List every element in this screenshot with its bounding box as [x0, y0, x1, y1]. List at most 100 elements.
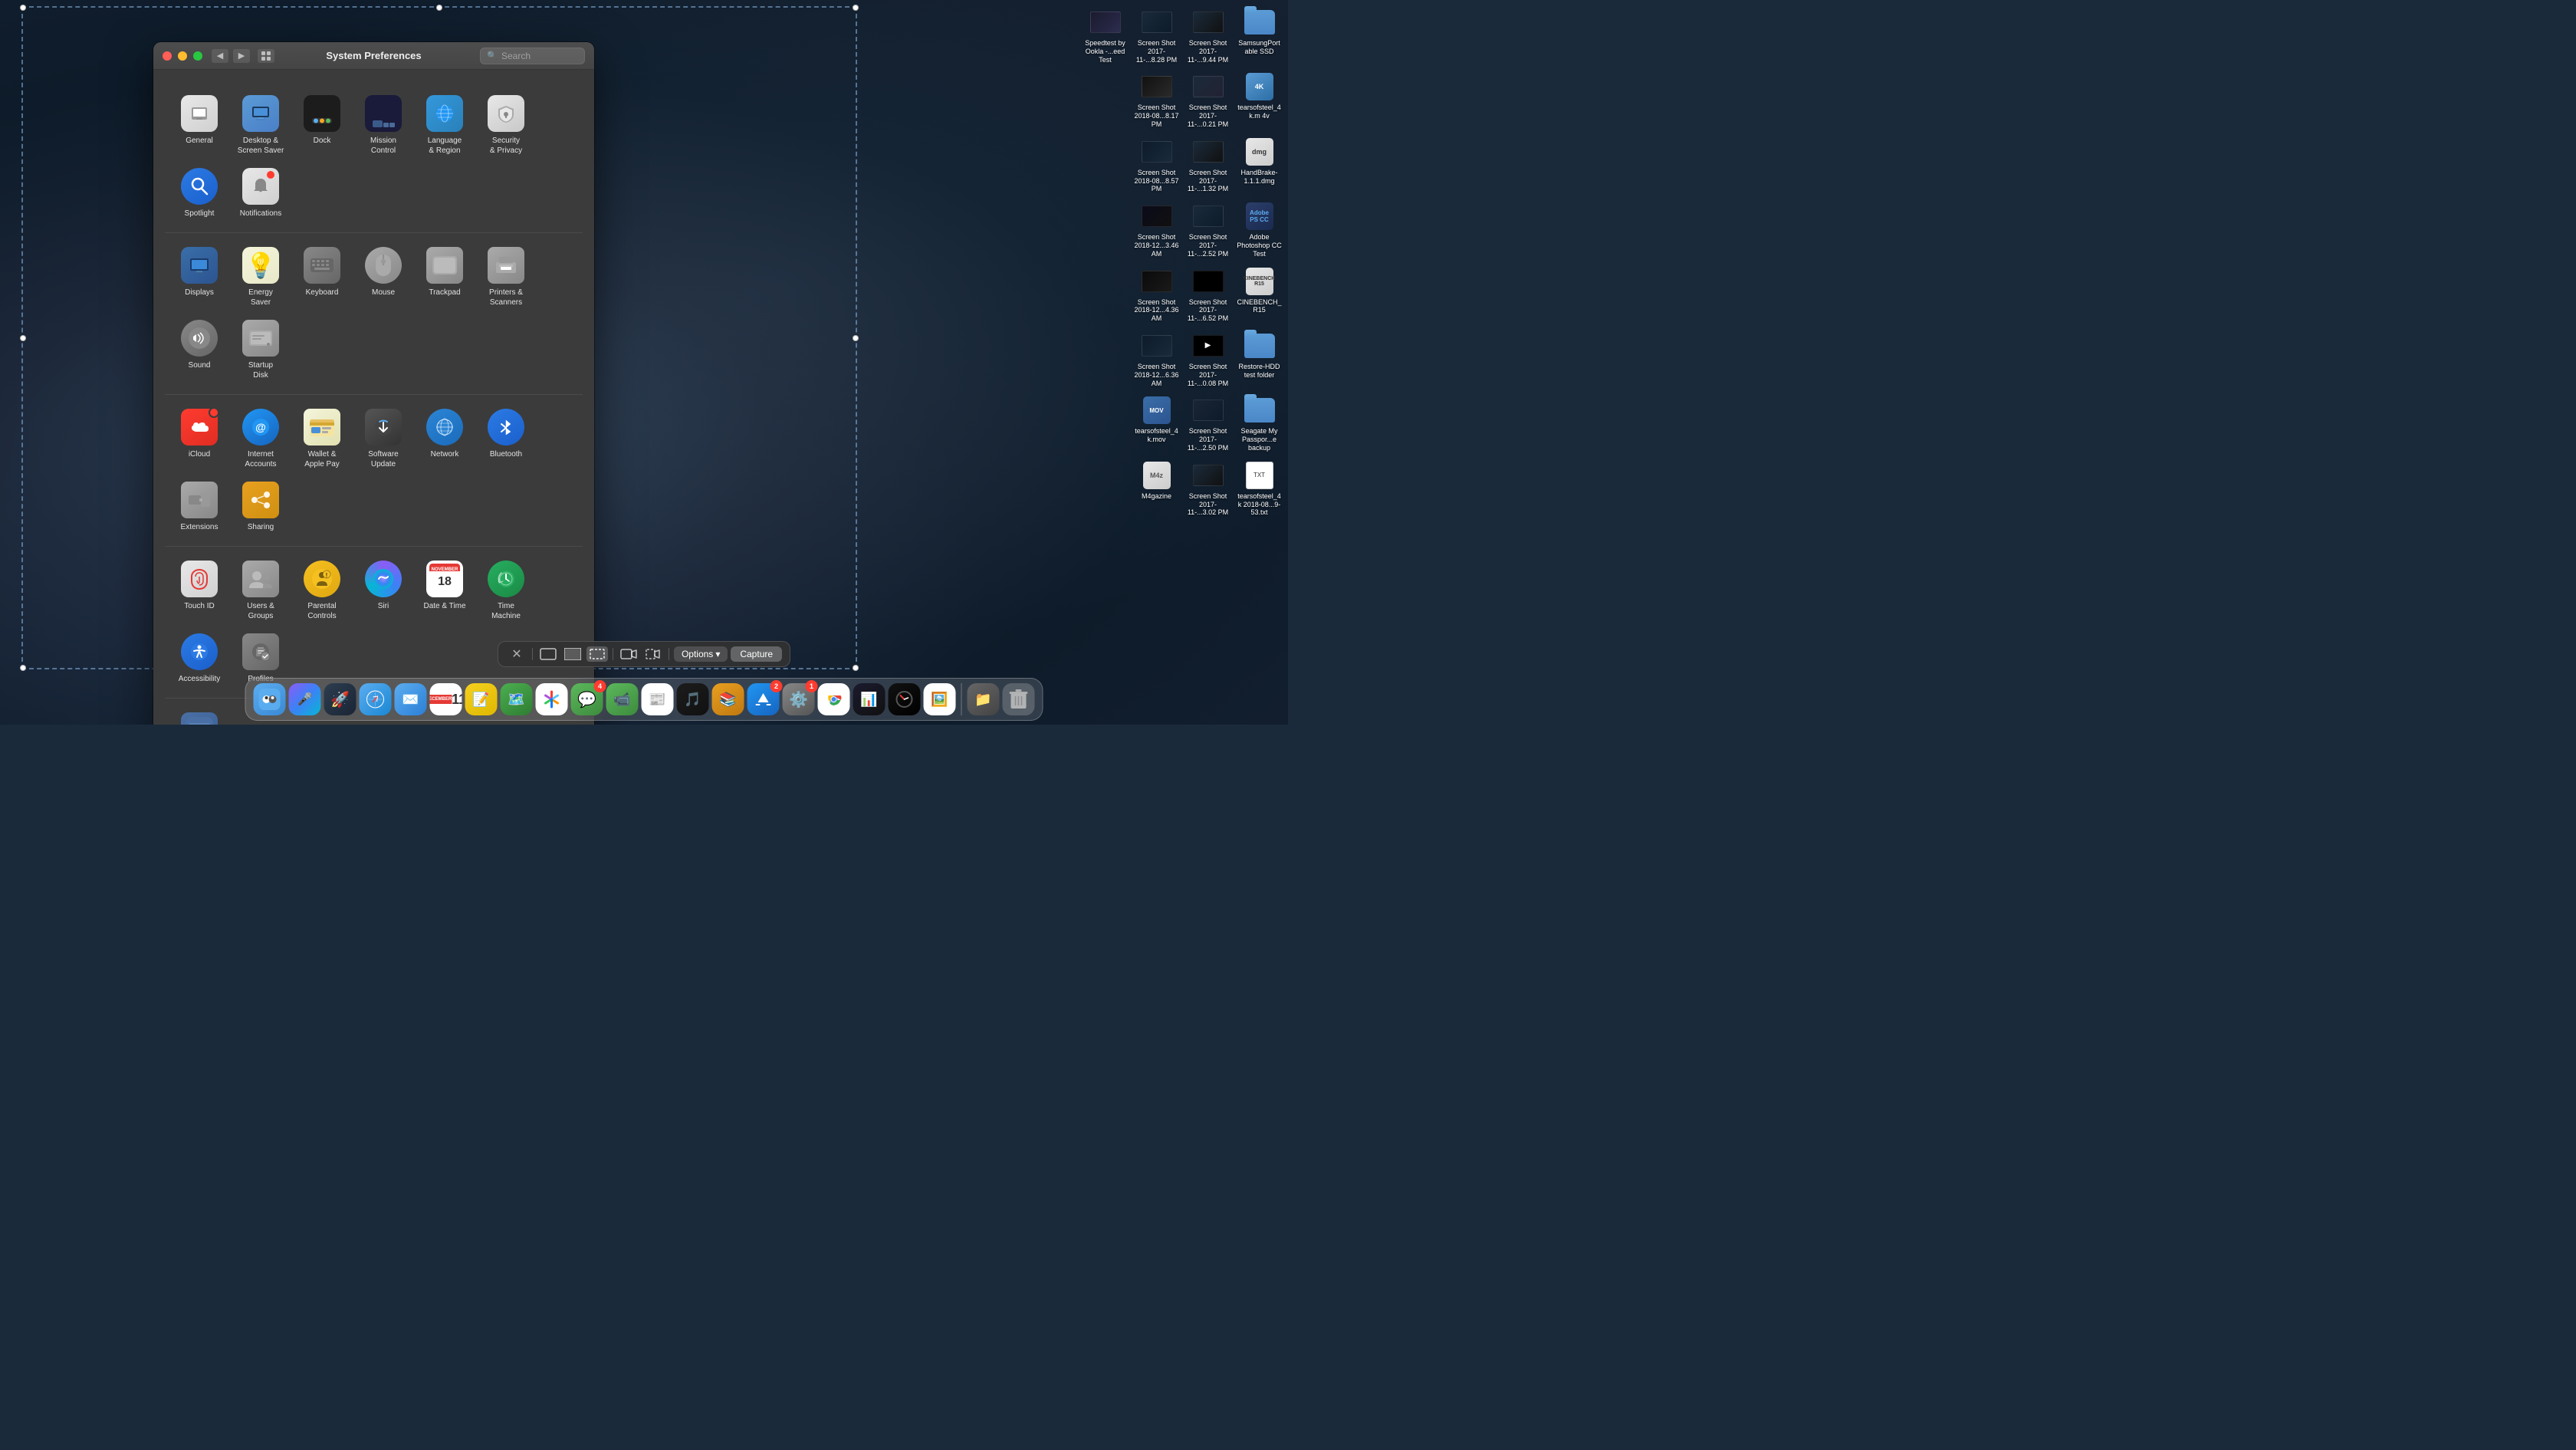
desktop-icon-tearsteel-mov[interactable]: MOV tearsofsteel_4k.mov	[1132, 392, 1181, 455]
capture-window-button[interactable]	[537, 646, 559, 662]
pref-accessibility[interactable]: Accessibility	[169, 627, 230, 690]
pref-parental-controls[interactable]: ! ParentalControls	[291, 554, 353, 627]
pref-network[interactable]: Network	[414, 403, 475, 475]
search-box[interactable]: 🔍	[480, 48, 585, 64]
pref-icloud[interactable]: iCloud	[169, 403, 230, 475]
pref-extensions[interactable]: Extensions	[169, 475, 230, 538]
dock-item-system-prefs[interactable]: ⚙️ 1	[783, 683, 815, 715]
desktop-icon-speedtest[interactable]: Speedtest byOokla -...eed Test	[1080, 4, 1130, 67]
desktop-icon-samsung-ssd[interactable]: SamsungPortable SSD	[1234, 4, 1284, 67]
pref-sharing[interactable]: Sharing	[230, 475, 291, 538]
desktop-icon-screenshot1[interactable]: Screen Shot2017-11-...8.28 PM	[1132, 4, 1181, 67]
desktop-icon-cinebench[interactable]: CINEBENCH R15 CINEBENCH_R15	[1234, 263, 1284, 326]
dock-item-mail[interactable]: ✉️	[395, 683, 427, 715]
search-input[interactable]	[501, 51, 578, 61]
desktop-icon-screenshot12[interactable]: ▶ Screen Shot2017-11-...0.08 PM	[1183, 327, 1233, 390]
sound-icon	[181, 320, 218, 357]
capture-selection-button[interactable]	[586, 646, 608, 662]
dock-item-facetime[interactable]: 📹	[606, 683, 639, 715]
pref-internet-accounts[interactable]: @ InternetAccounts	[230, 403, 291, 475]
capture-fullscreen-button[interactable]	[562, 646, 583, 662]
pref-sound[interactable]: Sound	[169, 314, 230, 386]
pref-siri[interactable]: Siri	[353, 554, 414, 627]
dock-item-messages[interactable]: 💬 4	[571, 683, 603, 715]
dock-item-trash[interactable]	[1003, 683, 1035, 715]
pref-time-machine[interactable]: TimeMachine	[475, 554, 537, 627]
dock-item-maps[interactable]: 🗺️	[501, 683, 533, 715]
desktop-icon-screenshot14[interactable]: Screen Shot2017-11-...3.02 PM	[1183, 457, 1233, 520]
forward-button[interactable]: ▶	[233, 49, 250, 63]
dock-item-preview[interactable]: 🖼️	[924, 683, 956, 715]
desktop-icon-screenshot13[interactable]: Screen Shot2017-11-...2.50 PM	[1183, 392, 1233, 455]
pref-trackpad[interactable]: Trackpad	[414, 241, 475, 314]
pref-printers-scanners[interactable]: Printers &Scanners	[475, 241, 537, 314]
close-screenshot-button[interactable]: ✕	[506, 646, 527, 662]
options-button[interactable]: Options ▾	[674, 646, 728, 662]
pref-wallet-apple-pay[interactable]: Wallet &Apple Pay	[291, 403, 353, 475]
pref-displays[interactable]: Displays	[169, 241, 230, 314]
pref-startup-disk[interactable]: StartupDisk	[230, 314, 291, 386]
dock-item-istat[interactable]	[889, 683, 921, 715]
time-machine-icon	[488, 561, 524, 597]
desktop-icon-screenshot8[interactable]: Screen Shot2017-11-...2.52 PM	[1183, 198, 1233, 261]
desktop-icon-magazine[interactable]: M4z M4gazine	[1132, 457, 1181, 520]
dock-item-calendar[interactable]: DECEMBER 11	[430, 683, 462, 715]
desktop-icon-screenshot5[interactable]: Screen Shot2018-08...8.57 PM	[1132, 133, 1181, 196]
desktop-screensaver-label: Desktop &Screen Saver	[238, 136, 284, 156]
pref-desktop-screensaver[interactable]: Desktop &Screen Saver	[230, 89, 291, 162]
dock-item-news[interactable]: 📰	[642, 683, 674, 715]
dock-item-music[interactable]: 🎵	[677, 683, 709, 715]
dock-item-photos[interactable]	[536, 683, 568, 715]
desktop-icon-screenshot11[interactable]: Screen Shot2018-12...6.36 AM	[1132, 327, 1181, 390]
icloud-label: iCloud	[189, 449, 210, 459]
desktop-icon-screenshot2[interactable]: Screen Shot2017-11-...9.44 PM	[1183, 4, 1233, 67]
pref-software-update[interactable]: SoftwareUpdate	[353, 403, 414, 475]
desktop-icon-screenshot3[interactable]: Screen Shot2018-08...8.17 PM	[1132, 68, 1181, 131]
dock-item-disk-diag[interactable]: 📊	[853, 683, 886, 715]
pref-energy-saver[interactable]: 💡 EnergySaver	[230, 241, 291, 314]
dock-item-app-store[interactable]: 2	[748, 683, 780, 715]
pref-bluetooth[interactable]: Bluetooth	[475, 403, 537, 475]
capture-button[interactable]: Capture	[731, 646, 782, 662]
pref-security-privacy[interactable]: Security& Privacy	[475, 89, 537, 162]
pref-date-time[interactable]: 18 NOVEMBER Date & Time	[414, 554, 475, 627]
wallet-apple-pay-label: Wallet &Apple Pay	[304, 449, 340, 469]
desktop-icon-screenshot10[interactable]: Screen Shot2017-11-...6.52 PM	[1183, 263, 1233, 326]
capture-video-selection-button[interactable]	[642, 646, 664, 662]
dock-item-chrome[interactable]	[818, 683, 850, 715]
dock-item-finder[interactable]	[254, 683, 286, 715]
desktop-icon-screenshot4[interactable]: Screen Shot2017-11-...0.21 PM	[1183, 68, 1233, 131]
pref-mouse[interactable]: Mouse	[353, 241, 414, 314]
grid-view-button[interactable]	[258, 49, 274, 63]
close-button[interactable]	[163, 51, 172, 61]
desktop-icon-photoshop[interactable]: AdobePS CC Adobe Photoshop CC Test	[1234, 198, 1284, 261]
desktop-icon-tearsteel-txt[interactable]: TXT tearsofsteel_4k 2018-08...9-53.txt	[1234, 457, 1284, 520]
maximize-button[interactable]	[193, 51, 202, 61]
desktop-icon-restore-folder[interactable]: Restore-HDD test folder	[1234, 327, 1284, 390]
dock-item-notes[interactable]: 📝	[465, 683, 498, 715]
pref-dock[interactable]: Dock	[291, 89, 353, 162]
dock-item-launchpad[interactable]: 🚀	[324, 683, 356, 715]
pref-general[interactable]: General	[169, 89, 230, 162]
desktop-icon-seagate-backup[interactable]: Seagate My Passpor...e backup	[1234, 392, 1284, 455]
pref-mission-control[interactable]: MissionControl	[353, 89, 414, 162]
minimize-button[interactable]	[178, 51, 187, 61]
dock-item-siri[interactable]: 🎤	[289, 683, 321, 715]
dock-item-books[interactable]: 📚	[712, 683, 744, 715]
pref-users-groups[interactable]: Users &Groups	[230, 554, 291, 627]
desktop-icon-handbrake[interactable]: dmg HandBrake-1.1.1.dmg	[1234, 133, 1284, 196]
pref-notifications[interactable]: Notifications	[230, 162, 291, 225]
desktop-icon-screenshot6[interactable]: Screen Shot2017-11-...1.32 PM	[1183, 133, 1233, 196]
capture-video-button[interactable]	[618, 646, 639, 662]
dock-item-files[interactable]: 📁	[968, 683, 1000, 715]
dock-item-safari[interactable]	[360, 683, 392, 715]
back-button[interactable]: ◀	[212, 49, 228, 63]
pref-language-region[interactable]: Language& Region	[414, 89, 475, 162]
desktop-icon-screenshot9[interactable]: Screen Shot2018-12...4.36 AM	[1132, 263, 1181, 326]
pref-spotlight[interactable]: Spotlight	[169, 162, 230, 225]
pref-ntfs-for-mac[interactable]: NTFS NTFS for Mac	[169, 706, 230, 725]
desktop-icon-tearsteel[interactable]: 4K tearsofsteel_4k.m 4v	[1234, 68, 1284, 131]
pref-touch-id[interactable]: Touch ID	[169, 554, 230, 627]
desktop-icon-screenshot7[interactable]: Screen Shot2018-12...3.46 AM	[1132, 198, 1181, 261]
pref-keyboard[interactable]: Keyboard	[291, 241, 353, 314]
